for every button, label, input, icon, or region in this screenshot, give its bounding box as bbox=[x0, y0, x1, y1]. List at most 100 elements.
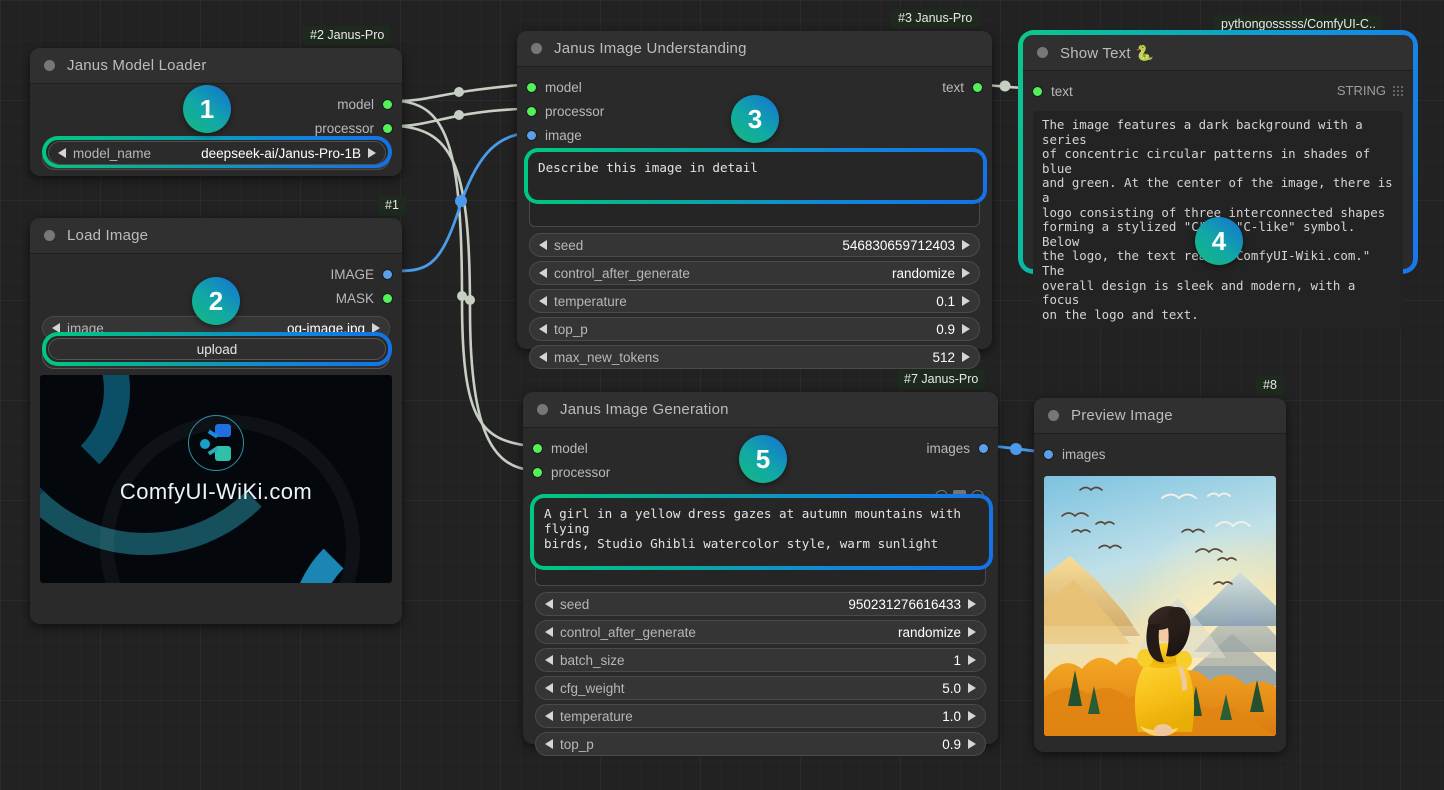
slot-dot-icon[interactable] bbox=[533, 467, 542, 477]
widget-control-after-generate[interactable]: control_after_generate randomize bbox=[529, 261, 980, 285]
widget-max-new-tokens[interactable]: max_new_tokens 512 bbox=[529, 345, 980, 369]
node-title-bar[interactable]: Preview Image bbox=[1034, 398, 1286, 434]
input-slot-model[interactable]: model bbox=[527, 75, 582, 99]
output-slot-model[interactable]: model bbox=[337, 92, 392, 116]
slot-dot-icon[interactable] bbox=[383, 99, 392, 109]
chevron-left-icon[interactable] bbox=[52, 323, 60, 333]
input-slot-label: text bbox=[1051, 83, 1073, 99]
output-slot-label: MASK bbox=[335, 290, 374, 306]
widget-label: batch_size bbox=[560, 652, 625, 668]
node-preview-image[interactable]: Preview Image images bbox=[1034, 398, 1286, 752]
slot-dot-icon[interactable] bbox=[383, 123, 392, 133]
slot-dot-icon[interactable] bbox=[527, 82, 536, 92]
chevron-right-icon[interactable] bbox=[962, 296, 970, 306]
slot-dot-icon[interactable] bbox=[527, 130, 536, 140]
node-title-bar[interactable]: Janus Model Loader bbox=[30, 48, 402, 84]
chevron-right-icon[interactable] bbox=[962, 324, 970, 334]
chevron-right-icon[interactable] bbox=[372, 323, 380, 333]
widget-seed[interactable]: seed 546830659712403 bbox=[529, 233, 980, 257]
graph-canvas[interactable]: #2 Janus-Pro Janus Model Loader model pr… bbox=[0, 0, 1444, 790]
widget-control-after-generate[interactable]: control_after_generate randomize bbox=[535, 620, 986, 644]
widget-seed[interactable]: seed 950231276616433 bbox=[535, 592, 986, 616]
chevron-left-icon[interactable] bbox=[545, 599, 553, 609]
slot-dot-icon[interactable] bbox=[383, 293, 392, 303]
node-title-label: Show Text 🐍 bbox=[1060, 44, 1154, 62]
slot-dot-icon[interactable] bbox=[527, 106, 536, 116]
step-marker-1: 1 bbox=[183, 85, 231, 133]
node-title-bar[interactable]: Janus Image Understanding bbox=[517, 31, 992, 67]
collapse-dot-icon[interactable] bbox=[44, 230, 55, 241]
widget-temperature[interactable]: temperature 0.1 bbox=[529, 289, 980, 313]
chevron-left-icon[interactable] bbox=[58, 148, 66, 158]
chevron-right-icon[interactable] bbox=[968, 599, 976, 609]
chevron-left-icon[interactable] bbox=[539, 268, 547, 278]
output-slot-label: IMAGE bbox=[330, 266, 374, 282]
chevron-left-icon[interactable] bbox=[545, 627, 553, 637]
collapse-dot-icon[interactable] bbox=[1037, 47, 1048, 58]
grip-icon[interactable] bbox=[1392, 85, 1403, 96]
chevron-left-icon[interactable] bbox=[539, 324, 547, 334]
widget-cfg-weight[interactable]: cfg_weight 5.0 bbox=[535, 676, 986, 700]
output-slot-image[interactable]: IMAGE bbox=[330, 262, 392, 286]
input-slot-label: images bbox=[1062, 446, 1106, 462]
widget-batch-size[interactable]: batch_size 1 bbox=[535, 648, 986, 672]
chevron-right-icon[interactable] bbox=[368, 148, 376, 158]
collapse-dot-icon[interactable] bbox=[537, 404, 548, 415]
widget-value: 0.1 bbox=[936, 293, 955, 309]
chevron-left-icon[interactable] bbox=[539, 240, 547, 250]
input-slot-label: model bbox=[551, 440, 588, 456]
chevron-right-icon[interactable] bbox=[968, 739, 976, 749]
output-slot-processor[interactable]: processor bbox=[315, 116, 392, 140]
chevron-right-icon[interactable] bbox=[968, 683, 976, 693]
widget-top-p[interactable]: top_p 0.9 bbox=[535, 732, 986, 756]
prompt-textarea-overlay[interactable]: Describe this image in detail bbox=[530, 154, 981, 198]
chevron-left-icon[interactable] bbox=[539, 296, 547, 306]
chevron-left-icon[interactable] bbox=[545, 711, 553, 721]
widget-top-p[interactable]: top_p 0.9 bbox=[529, 317, 980, 341]
output-slot-mask[interactable]: MASK bbox=[336, 286, 392, 310]
node-title-bar[interactable]: Load Image bbox=[30, 218, 402, 254]
chevron-right-icon[interactable] bbox=[962, 240, 970, 250]
chevron-left-icon[interactable] bbox=[545, 739, 553, 749]
output-slot-text[interactable]: text bbox=[942, 75, 982, 99]
slot-dot-icon[interactable] bbox=[533, 443, 542, 453]
input-slot-processor[interactable]: processor bbox=[533, 460, 610, 484]
collapse-dot-icon[interactable] bbox=[531, 43, 542, 54]
chevron-left-icon[interactable] bbox=[545, 655, 553, 665]
collapse-dot-icon[interactable] bbox=[44, 60, 55, 71]
slot-dot-icon[interactable] bbox=[979, 443, 988, 453]
node-badge-model-loader: #2 Janus-Pro bbox=[303, 26, 392, 45]
input-slot-image[interactable]: image bbox=[527, 123, 582, 147]
chevron-right-icon[interactable] bbox=[962, 352, 970, 362]
chevron-left-icon[interactable] bbox=[545, 683, 553, 693]
slot-dot-icon[interactable] bbox=[383, 269, 392, 279]
prompt-textarea-overlay[interactable]: A girl in a yellow dress gazes at autumn… bbox=[536, 500, 987, 564]
chevron-right-icon[interactable] bbox=[968, 627, 976, 637]
widget-value: 0.9 bbox=[936, 321, 955, 337]
chevron-right-icon[interactable] bbox=[968, 655, 976, 665]
widget-value: 546830659712403 bbox=[842, 237, 955, 253]
slot-dot-icon[interactable] bbox=[1033, 86, 1042, 96]
node-title-bar[interactable]: Show Text 🐍 bbox=[1023, 35, 1413, 71]
chevron-right-icon[interactable] bbox=[962, 268, 970, 278]
input-slot-text[interactable]: text bbox=[1033, 79, 1073, 103]
widget-model-name-overlay[interactable]: model_name deepseek-ai/Janus-Pro-1B bbox=[48, 141, 386, 165]
input-slot-images[interactable]: images bbox=[1044, 442, 1106, 466]
chevron-right-icon[interactable] bbox=[968, 711, 976, 721]
node-badge-preview-image: #8 bbox=[1256, 376, 1284, 395]
node-title-bar[interactable]: Janus Image Generation bbox=[523, 392, 998, 428]
output-slot-label: images bbox=[926, 440, 970, 456]
input-slot-processor[interactable]: processor bbox=[527, 99, 604, 123]
upload-button-overlay[interactable]: upload bbox=[48, 338, 386, 360]
widget-label: top_p bbox=[560, 736, 594, 752]
node-badge-load-image: #1 bbox=[378, 196, 406, 215]
output-slot-label: processor bbox=[314, 120, 374, 136]
output-slot-images[interactable]: images bbox=[926, 436, 988, 460]
slot-dot-icon[interactable] bbox=[1044, 449, 1053, 459]
widget-temperature[interactable]: temperature 1.0 bbox=[535, 704, 986, 728]
collapse-dot-icon[interactable] bbox=[1048, 410, 1059, 421]
input-slot-model[interactable]: model bbox=[533, 436, 588, 460]
widget-label: temperature bbox=[554, 293, 627, 309]
chevron-left-icon[interactable] bbox=[539, 352, 547, 362]
slot-dot-icon[interactable] bbox=[973, 82, 982, 92]
